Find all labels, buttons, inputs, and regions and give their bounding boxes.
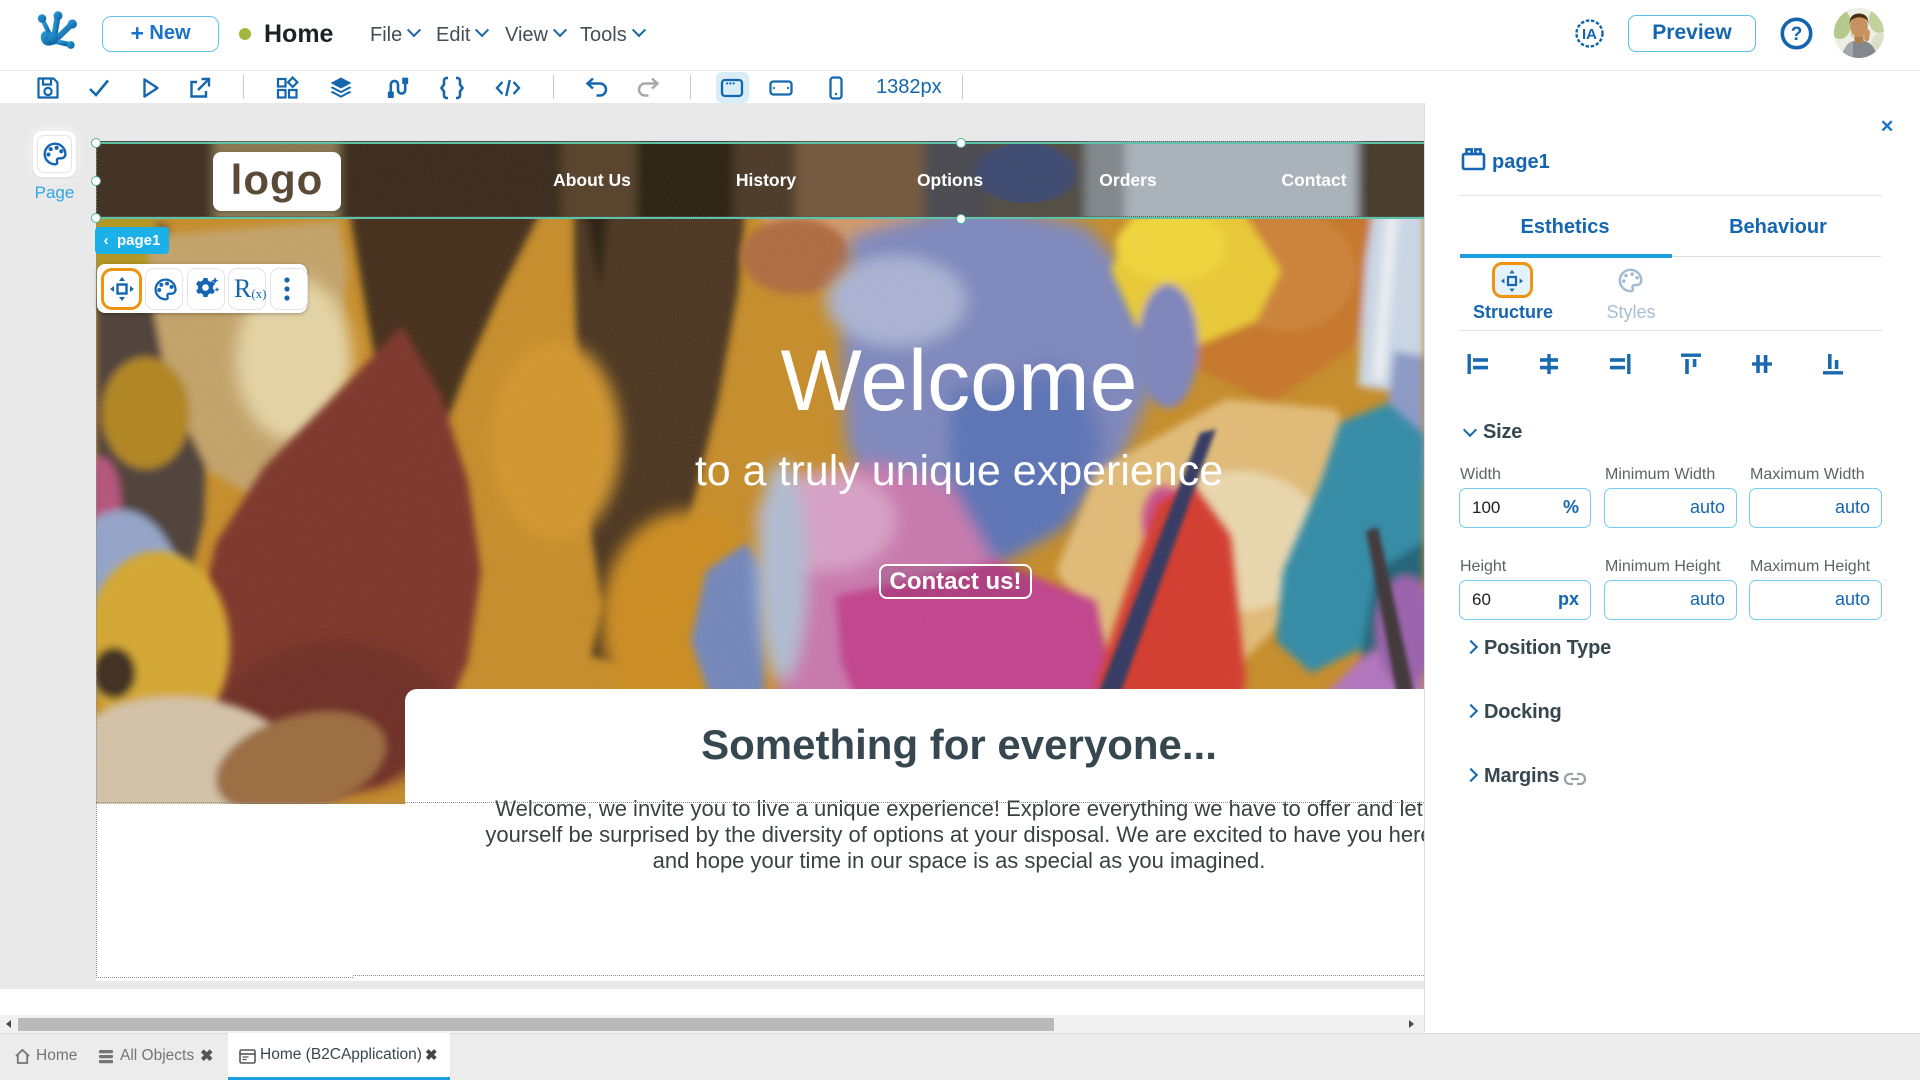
svg-text:IA: IA [1582,26,1597,43]
svg-text:?: ? [1791,24,1803,45]
